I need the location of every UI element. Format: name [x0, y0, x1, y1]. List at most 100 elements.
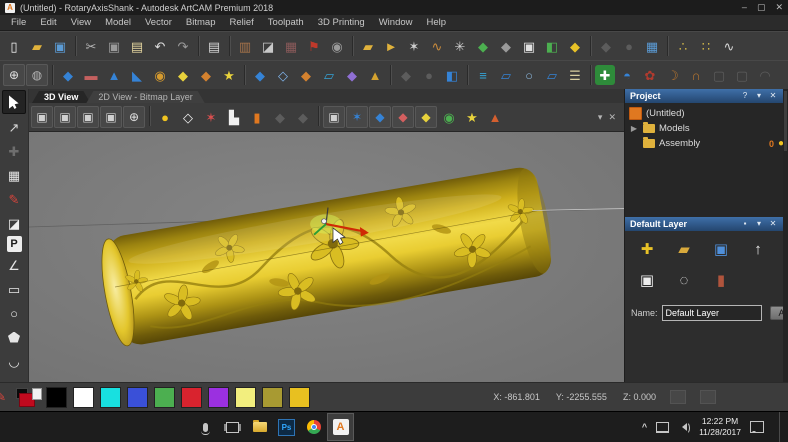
palette-swatch[interactable] [100, 386, 121, 408]
cut-icon[interactable]: ✂ [80, 35, 102, 57]
undo-icon[interactable]: ↶ [149, 35, 171, 57]
circles-green-icon[interactable]: ◉ [438, 106, 460, 128]
close-button[interactable]: ✕ [775, 2, 783, 13]
ellipse-tool-icon[interactable]: ○ [3, 302, 25, 324]
plane-white-icon[interactable]: ◇ [177, 106, 199, 128]
network-icon[interactable] [656, 421, 670, 433]
toolbar-close-icon[interactable]: ✕ [608, 112, 616, 123]
delete-layer-icon[interactable]: ▮ [709, 269, 733, 291]
arch-icon[interactable]: ∩ [685, 64, 707, 86]
transform-tool-icon[interactable]: ✚ [3, 140, 25, 162]
weave-orange-icon[interactable]: ◆ [195, 64, 217, 86]
layer-stack-icon[interactable]: ☰ [564, 64, 586, 86]
panel-help-icon[interactable]: ? [740, 91, 750, 101]
spark-icon[interactable]: ✶ [403, 35, 425, 57]
paste-relief-icon[interactable]: ◧ [441, 64, 463, 86]
task-view-icon[interactable] [219, 413, 246, 441]
save-model-icon[interactable]: ▣ [49, 35, 71, 57]
menu-item-file[interactable]: File [4, 17, 33, 28]
model-notes-icon[interactable]: ▤ [203, 35, 225, 57]
add-layer-icon[interactable]: ✚ [635, 238, 659, 260]
3d-viewport[interactable] [29, 132, 624, 382]
menu-item-model[interactable]: Model [98, 17, 138, 28]
tilt-sheet-icon[interactable]: ▱ [541, 64, 563, 86]
minimize-button[interactable]: – [742, 2, 747, 13]
pyramid-icon[interactable]: ▲ [484, 106, 506, 128]
dim-sphere-icon[interactable]: ● [418, 64, 440, 86]
chrome-icon[interactable] [300, 413, 327, 441]
relief-dim-icon[interactable]: ◆ [595, 35, 617, 57]
panel-close-icon[interactable]: ✕ [768, 91, 778, 101]
material-grid-icon[interactable]: ▦ [280, 35, 302, 57]
palette-swatch[interactable] [46, 386, 67, 408]
smooth-blue-icon[interactable]: ◆ [249, 64, 271, 86]
menu-item-bitmap[interactable]: Bitmap [179, 17, 223, 28]
dome-yellow-icon[interactable]: ◆ [172, 64, 194, 86]
copy-relief-icon[interactable]: ◧ [541, 35, 563, 57]
select-tool-icon[interactable] [2, 90, 26, 114]
clipboard-icon[interactable]: ▥ [234, 35, 256, 57]
purple-relief-icon[interactable]: ◆ [341, 64, 363, 86]
rosette-red-icon[interactable]: ✿ [639, 64, 661, 86]
sheet-icon[interactable]: ▱ [495, 64, 517, 86]
rect-tool-icon[interactable]: ▭ [3, 278, 25, 300]
menu-item-toolpath[interactable]: Toolpath [261, 17, 311, 28]
clock[interactable]: 12:22 PM 11/28/2017 [699, 416, 741, 437]
palette-swatch[interactable] [289, 386, 310, 408]
artcam-taskbar-icon[interactable]: A [327, 413, 354, 441]
panel-pin-icon[interactable]: ▾ [754, 91, 764, 101]
layer-name-input[interactable] [661, 305, 762, 321]
expander-icon[interactable]: ▶ [629, 124, 639, 133]
grid-tool-icon[interactable]: ▦ [3, 164, 25, 186]
menu-item-window[interactable]: Window [372, 17, 420, 28]
arrow-export-icon[interactable]: ► [380, 35, 402, 57]
sculpt-dim-icon[interactable]: ● [618, 35, 640, 57]
tree-item-models[interactable]: ▶ Models [629, 121, 784, 136]
puzzle-icon[interactable]: ▙ [223, 106, 245, 128]
stack-icon[interactable]: ≡ [472, 64, 494, 86]
globe-icon[interactable]: ◉ [326, 35, 348, 57]
offset-blue-icon[interactable]: ▱ [318, 64, 340, 86]
palette-swatch[interactable] [154, 386, 175, 408]
duplicate-layer-icon[interactable]: ▣ [635, 269, 659, 291]
arc-tool-icon[interactable]: ◡ [3, 350, 25, 372]
tree-item-assembly[interactable]: Assembly 0 ● [629, 136, 784, 151]
redo-icon[interactable]: ↷ [172, 35, 194, 57]
plane-yellow-icon[interactable]: ◆ [415, 106, 437, 128]
star-zoom-icon[interactable]: ★ [461, 106, 483, 128]
copy-view-icon[interactable]: ▣ [323, 106, 345, 128]
menu-item-edit[interactable]: Edit [33, 17, 63, 28]
twist-blue-icon[interactable]: ◣ [126, 64, 148, 86]
open-layer-icon[interactable]: ▰ [672, 238, 696, 260]
measure-tool-icon[interactable]: ↗ [3, 116, 25, 138]
menu-item-relief[interactable]: Relief [223, 17, 261, 28]
polygon-tool-icon[interactable] [3, 326, 25, 348]
tree-item-untitled[interactable]: (Untitled) [629, 106, 784, 121]
primary-color-chip[interactable] [13, 386, 42, 408]
star-blue-icon[interactable]: ✶ [346, 106, 368, 128]
light-bulb-icon[interactable]: ● [154, 106, 176, 128]
panel-float-icon[interactable]: ▾ [754, 219, 764, 229]
tab-2d-view-bitmap-layer[interactable]: 2D View - Bitmap Layer [86, 91, 204, 103]
chevron-down-icon[interactable]: ▾ [598, 112, 603, 123]
new-model-icon[interactable]: ▯ [3, 35, 25, 57]
nodes-icon[interactable]: ∴ [672, 35, 694, 57]
menu-item-help[interactable]: Help [420, 17, 454, 28]
zoom-extent-icon[interactable]: ⊕ [123, 106, 145, 128]
palette-swatch[interactable] [127, 386, 148, 408]
tray-expand-icon[interactable]: ^ [642, 422, 647, 432]
maximize-button[interactable]: ▢ [757, 2, 766, 13]
copy-icon[interactable]: ▣ [103, 35, 125, 57]
plane-blue-icon[interactable]: ◆ [369, 106, 391, 128]
mesh-icon[interactable]: ∷ [695, 35, 717, 57]
weave2-orange-icon[interactable]: ◆ [295, 64, 317, 86]
menu-item-3d-printing[interactable]: 3D Printing [311, 17, 372, 28]
plane-red-icon[interactable]: ◆ [392, 106, 414, 128]
view-cube-front-icon[interactable]: ▣ [31, 106, 53, 128]
relief-gray-icon[interactable]: ◆ [495, 35, 517, 57]
file-explorer-icon[interactable] [246, 413, 273, 441]
dim-box2-icon[interactable]: ▢ [731, 64, 753, 86]
zoom-tool-icon[interactable]: ⊕ [3, 64, 25, 86]
shape-blue-icon[interactable]: ◆ [57, 64, 79, 86]
dim-plane-icon[interactable]: ◆ [269, 106, 291, 128]
